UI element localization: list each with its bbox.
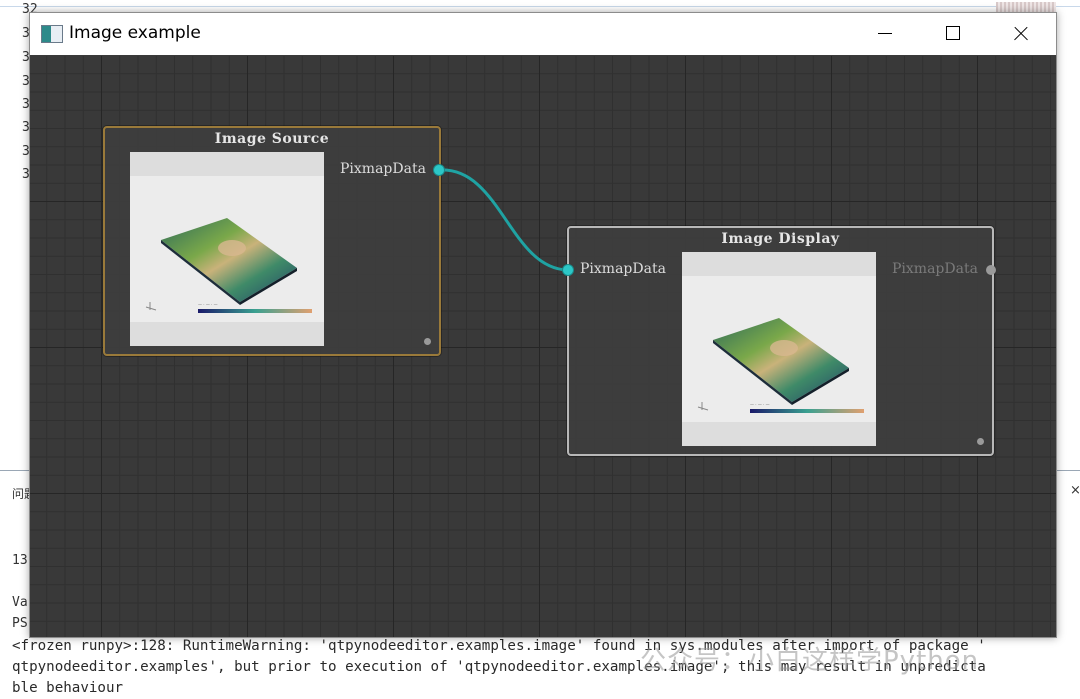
window-title: Image example [69,23,201,43]
background-line-gutter: 32 3 3 3 3 3 3 3 [0,0,38,470]
display-input-port[interactable] [563,265,573,275]
display-output-port-label: PixmapData [892,261,978,277]
display-input-port-label: PixmapData [580,261,666,277]
terminal-line: ble behaviour [12,680,124,696]
terrain-plot-image: — · — · — [145,218,312,313]
display-output-port[interactable] [986,265,996,275]
title-bar[interactable]: Image example [30,13,1056,55]
terminal-line: 13 [12,553,28,568]
resize-handle[interactable] [977,438,984,445]
terminal-line: Va [12,595,28,610]
maximize-button[interactable] [930,13,976,55]
terminal-line: PS [12,616,28,631]
background-minimap [996,2,1056,12]
background-editor-rule [0,6,1080,7]
svg-text:— · — · —: — · — · — [750,402,770,407]
image-example-window: Image example Image Source — · — · — Pix… [29,12,1057,638]
minimize-button[interactable] [862,13,908,55]
node-editor-canvas[interactable]: Image Source — · — · — PixmapData Image … [30,56,1056,637]
image-display-node[interactable]: Image Display PixmapData PixmapData — · … [563,226,996,456]
source-output-port-label: PixmapData [340,161,426,177]
close-button[interactable] [998,13,1044,55]
display-image-preview: — · — · — [682,252,876,446]
node-title: Image Display [721,231,840,247]
pixmap-connection[interactable] [438,168,568,272]
source-output-port[interactable] [434,165,444,175]
source-image-preview: — · — · — [130,152,324,346]
svg-text:— · — · —: — · — · — [198,302,218,307]
watermark: 公众号：小白这样学Python [640,646,980,676]
image-source-node[interactable]: Image Source — · — · — PixmapData [103,126,444,356]
terrain-plot-image: — · — · — [697,318,864,413]
resize-handle[interactable] [424,338,431,345]
node-title: Image Source [214,131,330,147]
panel-close-button[interactable]: × [1070,483,1080,498]
app-window-icon [41,25,63,43]
